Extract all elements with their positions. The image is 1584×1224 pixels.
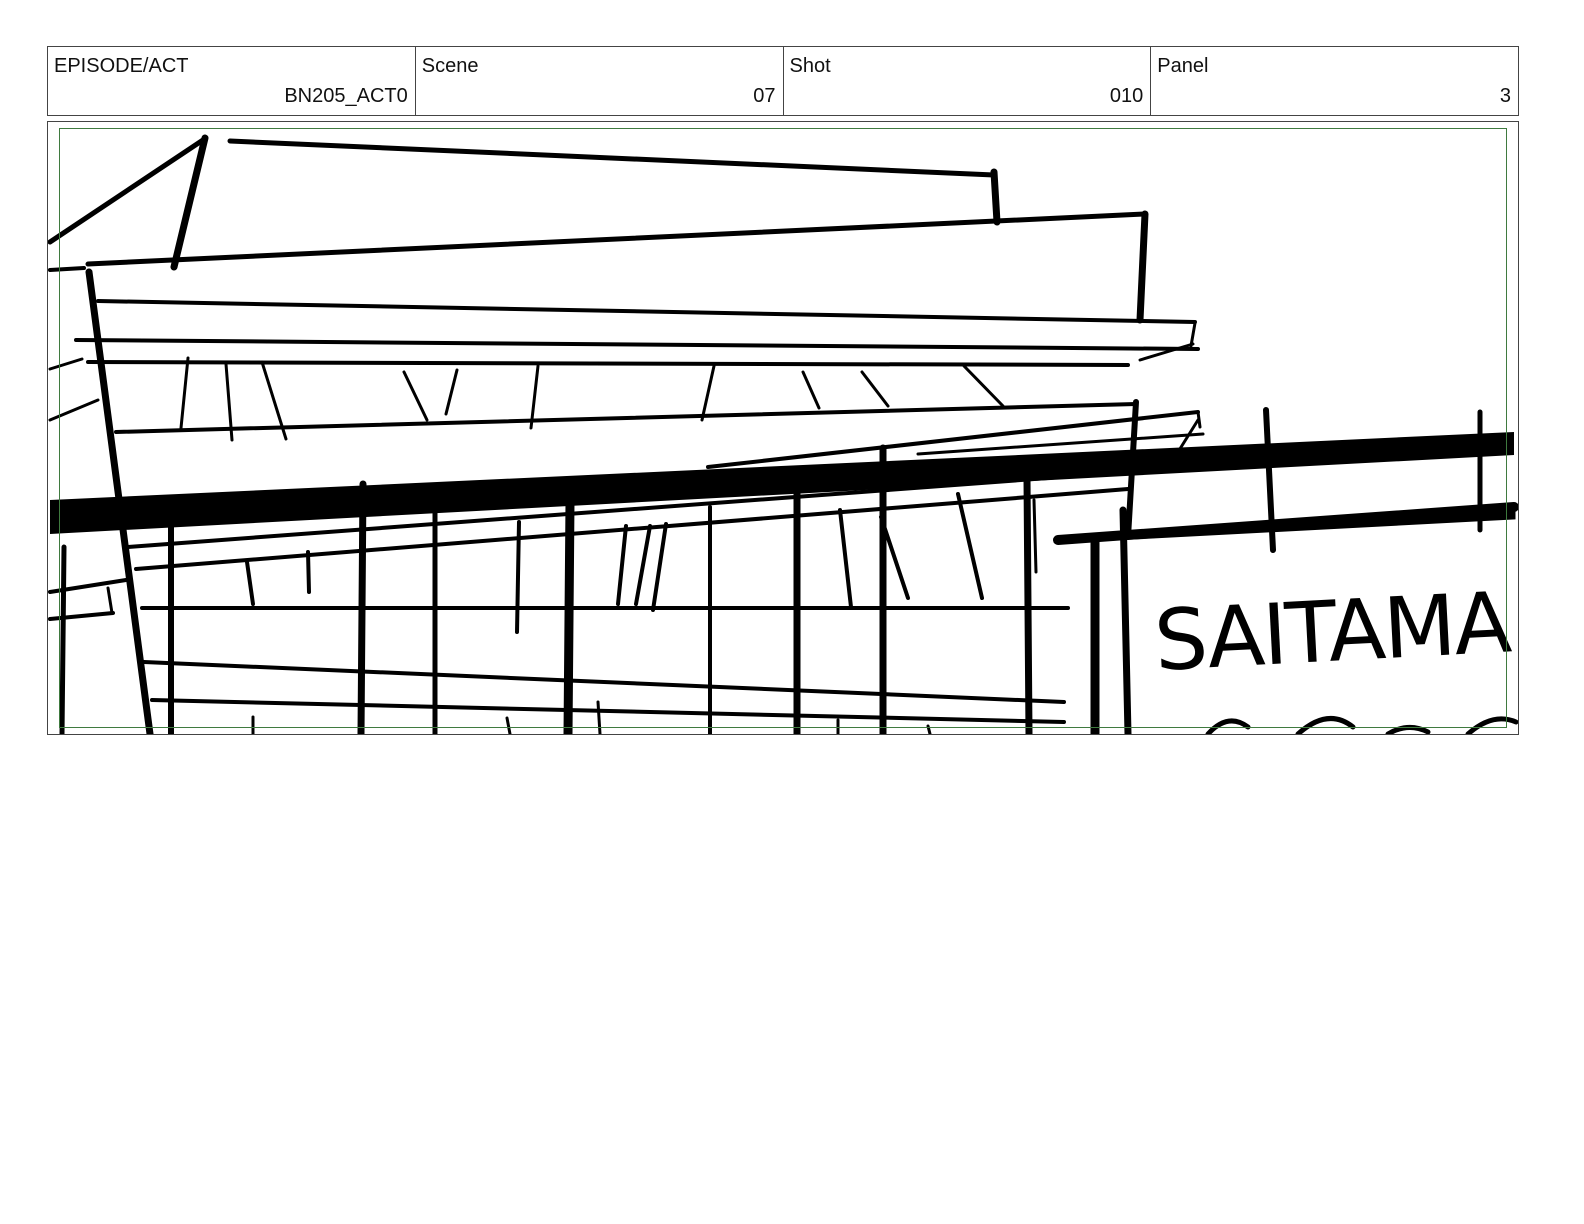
shot-label: Shot: [789, 55, 831, 77]
episode-act-value: BN205_ACT0: [284, 85, 408, 107]
shot-cell: Shot 010: [784, 47, 1152, 115]
episode-act-label: EPISODE/ACT: [54, 55, 189, 77]
panel-value: 3: [1499, 85, 1511, 107]
episode-act-cell: EPISODE/ACT BN205_ACT0: [48, 47, 416, 115]
storyboard-panel: SAITAMA Y: [47, 121, 1519, 735]
building-sketch: SAITAMA Y: [48, 134, 1518, 734]
panel-label: Panel: [1157, 55, 1209, 77]
shot-value: 010: [1109, 85, 1144, 107]
panel-cell: Panel 3: [1151, 47, 1518, 115]
scene-value: 07: [753, 85, 776, 107]
scene-cell: Scene 07: [416, 47, 784, 115]
sign-text: SAITAMA Y: [1152, 569, 1518, 689]
scene-label: Scene: [421, 55, 479, 77]
storyboard-header: EPISODE/ACT BN205_ACT0 Scene 07 Shot 010…: [47, 46, 1519, 116]
